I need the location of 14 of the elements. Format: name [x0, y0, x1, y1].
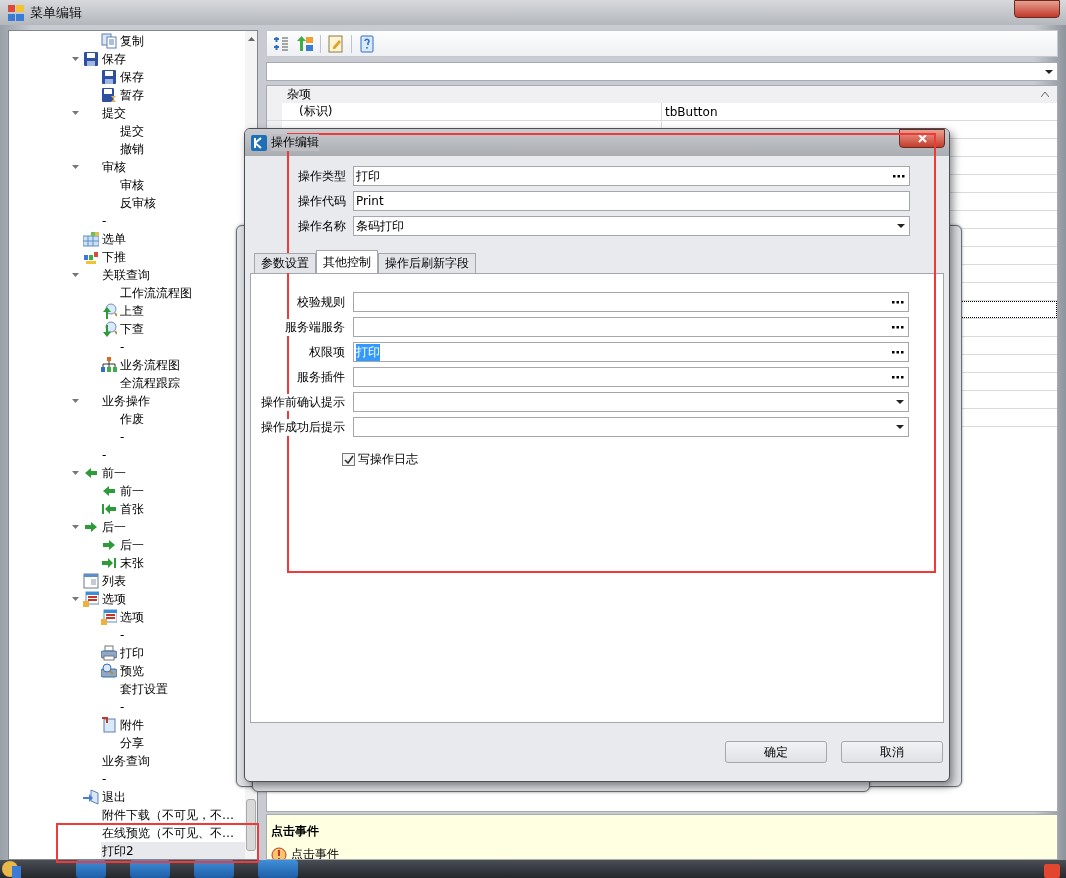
- field-label: 校验规则: [297, 293, 345, 311]
- checkbox-label: 写操作日志: [358, 451, 418, 468]
- field-label: 操作类型: [298, 167, 346, 185]
- window-title: 菜单编辑: [30, 3, 82, 22]
- field-label: 服务插件: [297, 368, 345, 386]
- dialog-title: 操作编辑: [271, 134, 319, 151]
- field-label: 服务端服务: [285, 318, 345, 336]
- property-name: (标识): [299, 103, 333, 120]
- field-label: 操作前确认提示: [261, 393, 345, 411]
- field-label: 权限项: [309, 343, 345, 361]
- field-label: 操作成功后提示: [261, 418, 345, 436]
- description-title: 点击事件: [271, 823, 320, 840]
- field-label: 操作名称: [298, 217, 346, 235]
- field-label: 操作代码: [298, 192, 346, 210]
